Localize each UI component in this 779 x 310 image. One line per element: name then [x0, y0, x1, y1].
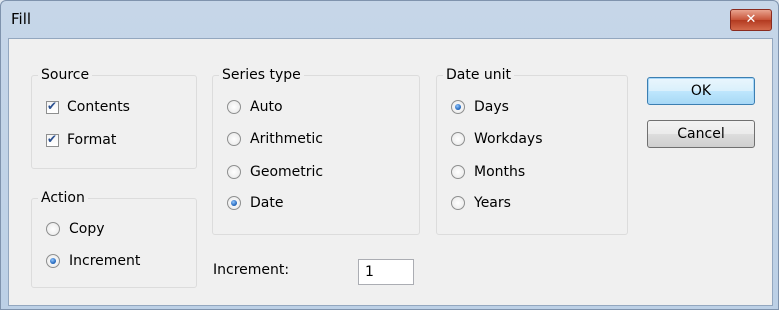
increment-radio[interactable]: Increment — [46, 251, 140, 271]
years-radio[interactable]: Years — [451, 193, 511, 213]
format-checkbox[interactable]: Format — [46, 130, 116, 150]
radio-unselected-icon — [451, 196, 465, 210]
close-icon: ✕ — [745, 12, 757, 27]
contents-checkbox[interactable]: Contents — [46, 97, 130, 117]
days-radio[interactable]: Days — [451, 97, 509, 117]
workdays-label: Workdays — [474, 131, 543, 147]
geometric-label: Geometric — [250, 164, 324, 180]
years-label: Years — [474, 195, 511, 211]
date-unit-group: Date unit Days Workdays Months Years — [436, 66, 628, 235]
series-type-group: Series type Auto Arithmetic Geometric Da… — [212, 66, 420, 235]
auto-radio[interactable]: Auto — [227, 97, 283, 117]
source-group-label: Source — [38, 66, 93, 84]
radio-selected-icon — [46, 254, 60, 268]
radio-unselected-icon — [46, 222, 60, 236]
increment-input[interactable] — [358, 259, 414, 285]
series-type-group-label: Series type — [219, 66, 304, 84]
days-label: Days — [474, 99, 509, 115]
ok-button[interactable]: OK — [647, 77, 755, 105]
radio-unselected-icon — [227, 132, 241, 146]
radio-unselected-icon — [451, 165, 465, 179]
checkbox-checked-icon — [46, 132, 59, 147]
format-label: Format — [67, 132, 117, 148]
radio-unselected-icon — [227, 165, 241, 179]
workdays-radio[interactable]: Workdays — [451, 129, 543, 149]
arithmetic-radio[interactable]: Arithmetic — [227, 129, 323, 149]
radio-selected-icon — [227, 196, 241, 210]
cancel-button[interactable]: Cancel — [647, 120, 755, 148]
radio-unselected-icon — [227, 100, 241, 114]
close-button[interactable]: ✕ — [730, 9, 772, 31]
contents-label: Contents — [67, 99, 130, 115]
date-unit-group-label: Date unit — [443, 66, 515, 84]
dialog-body: Source Contents Format Action Copy Incre… — [8, 38, 773, 306]
months-label: Months — [474, 164, 526, 180]
increment-option-label: Increment — [69, 253, 141, 269]
date-label: Date — [250, 195, 284, 211]
date-radio[interactable]: Date — [227, 193, 283, 213]
window-title: Fill — [11, 10, 32, 28]
action-group-label: Action — [38, 189, 88, 207]
radio-selected-icon — [451, 100, 465, 114]
geometric-radio[interactable]: Geometric — [227, 162, 323, 182]
checkbox-checked-icon — [46, 99, 59, 114]
radio-unselected-icon — [451, 132, 465, 146]
fill-dialog: Fill ✕ Source Contents Format Action Cop… — [0, 0, 779, 310]
copy-radio[interactable]: Copy — [46, 219, 105, 239]
title-bar[interactable]: Fill ✕ — [1, 1, 778, 37]
source-group: Source Contents Format — [31, 66, 197, 169]
months-radio[interactable]: Months — [451, 162, 525, 182]
copy-label: Copy — [69, 221, 105, 237]
arithmetic-label: Arithmetic — [250, 131, 323, 147]
increment-field-label: Increment: — [213, 262, 290, 278]
auto-label: Auto — [250, 99, 283, 115]
action-group: Action Copy Increment — [31, 189, 197, 288]
